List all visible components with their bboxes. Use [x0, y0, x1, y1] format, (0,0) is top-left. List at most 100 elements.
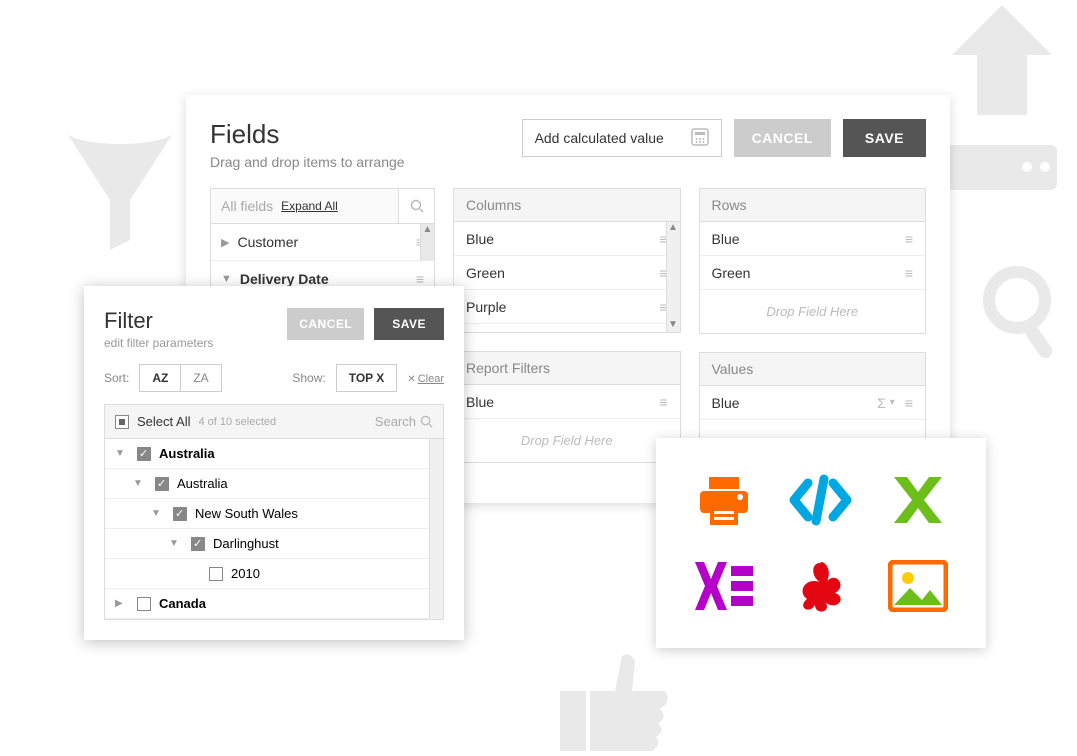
image-icon[interactable]: [883, 551, 953, 621]
zone-item-label: Blue: [466, 394, 494, 410]
chart-bars-icon[interactable]: [689, 551, 759, 621]
zone-title: Values: [700, 353, 926, 386]
caret-down-icon: ▼: [221, 273, 232, 285]
select-all-checkbox[interactable]: [115, 415, 129, 429]
calculator-icon: [691, 128, 709, 149]
print-icon[interactable]: [689, 466, 759, 536]
grip-icon: ≡: [905, 265, 913, 281]
field-label: Delivery Date: [240, 271, 329, 287]
all-fields-search-button[interactable]: [399, 188, 435, 224]
zone-title: Report Filters: [454, 352, 680, 385]
zone-item-label: Green: [466, 265, 505, 281]
excel-x-icon[interactable]: [883, 466, 953, 536]
tree-label: Australia: [159, 446, 215, 461]
rows-zone: Rows Blue ≡ Green ≡ Drop Field Here: [699, 188, 927, 334]
field-label: Customer: [237, 234, 298, 250]
filter-title: Filter: [104, 308, 213, 334]
scrollbar[interactable]: ▲: [420, 224, 434, 260]
thumbs-up-bg-icon: [560, 651, 670, 751]
filter-panel: Filter edit filter parameters CANCEL SAV…: [84, 286, 464, 640]
tree-row[interactable]: ▶ Canada: [105, 589, 443, 619]
all-fields-label: All fields: [221, 198, 273, 214]
sort-segmented: AZ ZA: [139, 364, 221, 392]
add-calculated-value-button[interactable]: Add calculated value: [522, 119, 722, 157]
tree-label: 2010: [231, 566, 260, 581]
sort-az-button[interactable]: AZ: [140, 365, 180, 391]
tree-row[interactable]: ▼ New South Wales: [105, 499, 443, 529]
sort-za-button[interactable]: ZA: [180, 365, 220, 391]
export-card: [656, 438, 986, 648]
magnifier-bg-icon: [982, 265, 1062, 360]
zone-title: Columns: [454, 189, 680, 222]
zone-item[interactable]: Blue ≡: [454, 385, 680, 419]
zone-item[interactable]: Blue ≡: [700, 222, 926, 256]
scrollbar[interactable]: [429, 439, 443, 619]
zone-title: Rows: [700, 189, 926, 222]
zone-item[interactable]: Green ≡: [700, 256, 926, 290]
fields-subtitle: Drag and drop items to arrange: [210, 154, 405, 170]
zone-item-label: Green: [712, 265, 751, 281]
tree-search-button[interactable]: Search: [375, 414, 433, 429]
drop-hint: Drop Field Here: [700, 290, 926, 333]
expand-all-link[interactable]: Expand All: [281, 199, 338, 213]
filter-cancel-button[interactable]: CANCEL: [287, 308, 364, 340]
scrollbar[interactable]: ▲▼: [666, 222, 680, 332]
zone-item[interactable]: Blue Σ ▾ ≡: [700, 386, 926, 420]
columns-zone: Columns Blue≡ Green≡ Purple≡ ▲▼: [453, 188, 681, 333]
drop-hint: Drop Field Here: [454, 419, 680, 462]
zone-item-label: Purple: [466, 299, 506, 315]
filter-subtitle: edit filter parameters: [104, 336, 213, 350]
tree-row[interactable]: ▼ Darlinghust: [105, 529, 443, 559]
filter-save-button[interactable]: SAVE: [374, 308, 444, 340]
zone-item-label: Blue: [712, 231, 740, 247]
caret-right-icon: ▶: [221, 236, 229, 249]
topx-button[interactable]: TOP X: [336, 364, 398, 392]
zone-item[interactable]: Green≡: [454, 256, 680, 290]
selected-count: 4 of 10 selected: [198, 416, 276, 428]
code-icon[interactable]: [786, 466, 856, 536]
all-fields-item-customer[interactable]: ▶ Customer ≡: [211, 224, 434, 260]
caret-down-icon: ▼: [115, 448, 129, 459]
sort-label: Sort:: [104, 371, 129, 385]
funnel-bg-icon: [55, 110, 185, 260]
checkbox[interactable]: [137, 447, 151, 461]
caret-down-icon: ▼: [169, 538, 183, 549]
zone-item-label: Blue: [466, 231, 494, 247]
tree-label: Australia: [177, 476, 228, 491]
checkbox[interactable]: [173, 507, 187, 521]
chevron-down-icon: ▾: [890, 397, 895, 408]
tree-label: New South Wales: [195, 506, 298, 521]
filter-tree: Select All 4 of 10 selected Search ▼ Aust…: [104, 404, 444, 620]
sigma-dropdown[interactable]: Σ ▾ ≡: [877, 395, 913, 411]
tree-row[interactable]: 2010: [105, 559, 443, 589]
show-label: Show:: [292, 371, 325, 385]
pdf-icon[interactable]: [786, 551, 856, 621]
grip-icon: ≡: [659, 394, 667, 410]
caret-down-icon: ▼: [151, 508, 165, 519]
fields-save-button[interactable]: SAVE: [843, 119, 926, 157]
grip-icon: ≡: [416, 271, 424, 287]
zone-item[interactable]: Purple≡: [454, 290, 680, 324]
tree-label: Darlinghust: [213, 536, 279, 551]
tree-row[interactable]: ▼ Australia: [105, 469, 443, 499]
select-all-label: Select All: [137, 414, 190, 429]
grip-icon: ≡: [905, 231, 913, 247]
checkbox[interactable]: [191, 537, 205, 551]
caret-right-icon: ▶: [115, 598, 129, 609]
all-fields-header: All fields Expand All: [210, 188, 399, 224]
checkbox[interactable]: [137, 597, 151, 611]
caret-down-icon: ▼: [133, 478, 147, 489]
clear-link[interactable]: ✕Clear: [407, 371, 444, 385]
fields-cancel-button[interactable]: CANCEL: [734, 119, 831, 157]
checkbox[interactable]: [209, 567, 223, 581]
zone-item[interactable]: Blue≡: [454, 222, 680, 256]
tree-label: Canada: [159, 596, 206, 611]
add-calc-label: Add calculated value: [535, 130, 664, 146]
zone-item-label: Blue: [712, 395, 740, 411]
x-icon: ✕: [407, 374, 415, 385]
upload-bg-icon: [942, 5, 1062, 155]
fields-title: Fields: [210, 119, 405, 150]
filters-zone: Report Filters Blue ≡ Drop Field Here: [453, 351, 681, 463]
tree-row[interactable]: ▼ Australia: [105, 439, 443, 469]
checkbox[interactable]: [155, 477, 169, 491]
